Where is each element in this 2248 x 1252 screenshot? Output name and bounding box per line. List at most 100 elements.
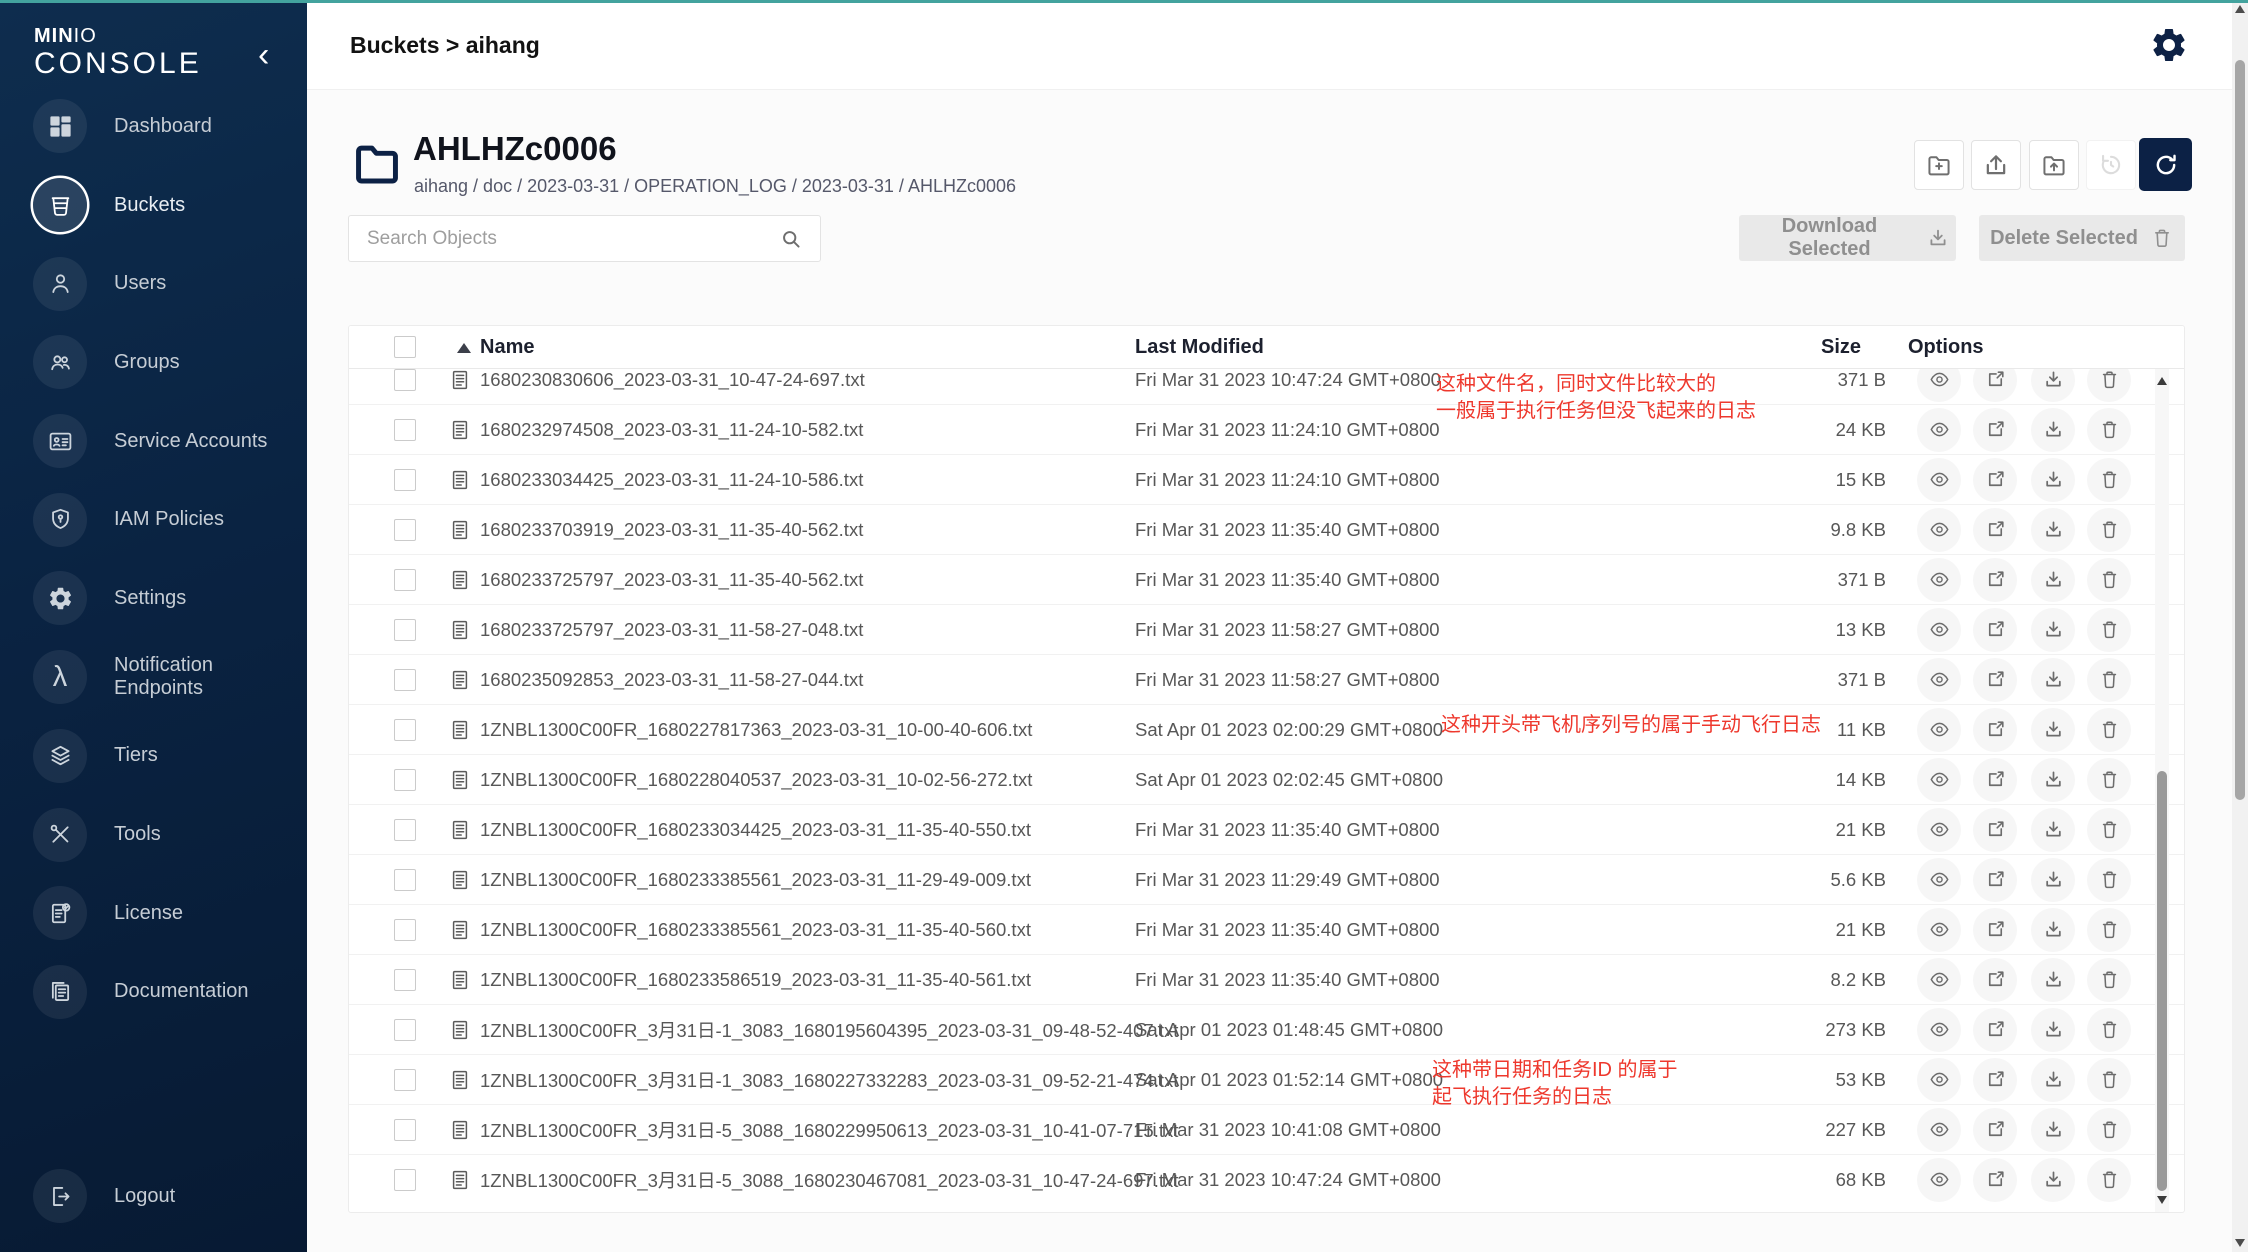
delete-button[interactable] bbox=[2087, 658, 2131, 702]
delete-button[interactable] bbox=[2087, 758, 2131, 802]
preview-button[interactable] bbox=[1917, 608, 1961, 652]
table-scroll-up-icon[interactable] bbox=[2157, 377, 2167, 385]
download-button[interactable] bbox=[2031, 808, 2075, 852]
preview-button[interactable] bbox=[1917, 558, 1961, 602]
delete-button[interactable] bbox=[2087, 958, 2131, 1002]
preview-button[interactable] bbox=[1917, 1058, 1961, 1102]
share-button[interactable] bbox=[1973, 858, 2017, 902]
share-button[interactable] bbox=[1973, 1058, 2017, 1102]
share-button[interactable] bbox=[1973, 508, 2017, 552]
window-scroll-up-icon[interactable] bbox=[2235, 5, 2245, 13]
preview-button[interactable] bbox=[1917, 658, 1961, 702]
download-button[interactable] bbox=[2031, 1008, 2075, 1052]
download-button[interactable] bbox=[2031, 708, 2075, 752]
preview-button[interactable] bbox=[1917, 858, 1961, 902]
preview-button[interactable] bbox=[1917, 508, 1961, 552]
row-checkbox[interactable] bbox=[394, 419, 416, 441]
delete-button[interactable] bbox=[2087, 508, 2131, 552]
delete-button[interactable] bbox=[2087, 908, 2131, 952]
create-path-button[interactable] bbox=[1914, 140, 1964, 190]
row-checkbox[interactable] bbox=[394, 569, 416, 591]
table-row[interactable]: 1680230830606_2023-03-31_10-47-24-697.tx… bbox=[349, 369, 2184, 405]
row-checkbox[interactable] bbox=[394, 919, 416, 941]
preview-button[interactable] bbox=[1917, 1108, 1961, 1152]
sidebar-item-tiers[interactable]: Tiers bbox=[0, 717, 307, 796]
download-button[interactable] bbox=[2031, 908, 2075, 952]
download-selected-button[interactable]: Download Selected bbox=[1739, 215, 1956, 261]
sidebar-item-users[interactable]: Users bbox=[0, 244, 307, 323]
window-scroll-down-icon[interactable] bbox=[2235, 1239, 2245, 1247]
select-all-checkbox[interactable] bbox=[394, 336, 416, 358]
column-header-size[interactable]: Size bbox=[1821, 326, 1861, 369]
download-button[interactable] bbox=[2031, 508, 2075, 552]
download-button[interactable] bbox=[2031, 408, 2075, 452]
refresh-button[interactable] bbox=[2139, 138, 2192, 191]
delete-button[interactable] bbox=[2087, 369, 2131, 402]
table-row[interactable]: 1ZNBL1300C00FR_3月31日-1_3083_168022733228… bbox=[349, 1055, 2184, 1105]
preview-button[interactable] bbox=[1917, 369, 1961, 402]
window-scrollbar[interactable] bbox=[2232, 0, 2248, 1252]
download-button[interactable] bbox=[2031, 1158, 2075, 1202]
download-button[interactable] bbox=[2031, 758, 2075, 802]
window-scrollbar-thumb[interactable] bbox=[2235, 60, 2245, 800]
table-row[interactable]: 1680233034425_2023-03-31_11-24-10-586.tx… bbox=[349, 455, 2184, 505]
table-row[interactable]: 1680233725797_2023-03-31_11-58-27-048.tx… bbox=[349, 605, 2184, 655]
download-button[interactable] bbox=[2031, 369, 2075, 402]
row-checkbox[interactable] bbox=[394, 969, 416, 991]
table-row[interactable]: 1680232974508_2023-03-31_11-24-10-582.tx… bbox=[349, 405, 2184, 455]
delete-button[interactable] bbox=[2087, 558, 2131, 602]
share-button[interactable] bbox=[1973, 369, 2017, 402]
table-scrollbar[interactable] bbox=[2155, 369, 2169, 1212]
share-button[interactable] bbox=[1973, 408, 2017, 452]
share-button[interactable] bbox=[1973, 1108, 2017, 1152]
sidebar-item-documentation[interactable]: Documentation bbox=[0, 953, 307, 1032]
table-row[interactable]: 1ZNBL1300C00FR_3月31日-5_3088_168023046708… bbox=[349, 1155, 2184, 1204]
row-checkbox[interactable] bbox=[394, 469, 416, 491]
table-scrollbar-thumb[interactable] bbox=[2157, 771, 2167, 1191]
share-button[interactable] bbox=[1973, 558, 2017, 602]
sidebar-item-notification-endpoints[interactable]: λNotification Endpoints bbox=[0, 638, 307, 717]
table-row[interactable]: 1ZNBL1300C00FR_3月31日-1_3083_168019560439… bbox=[349, 1005, 2184, 1055]
delete-button[interactable] bbox=[2087, 708, 2131, 752]
sidebar-collapse-icon[interactable]: ‹ bbox=[258, 38, 269, 72]
share-button[interactable] bbox=[1973, 758, 2017, 802]
share-button[interactable] bbox=[1973, 808, 2017, 852]
download-button[interactable] bbox=[2031, 958, 2075, 1002]
download-button[interactable] bbox=[2031, 458, 2075, 502]
table-row[interactable]: 1ZNBL1300C00FR_1680233385561_2023-03-31_… bbox=[349, 905, 2184, 955]
table-row[interactable]: 1ZNBL1300C00FR_1680233385561_2023-03-31_… bbox=[349, 855, 2184, 905]
download-button[interactable] bbox=[2031, 658, 2075, 702]
delete-button[interactable] bbox=[2087, 608, 2131, 652]
preview-button[interactable] bbox=[1917, 758, 1961, 802]
sidebar-item-service-accounts[interactable]: Service Accounts bbox=[0, 402, 307, 481]
preview-button[interactable] bbox=[1917, 908, 1961, 952]
delete-selected-button[interactable]: Delete Selected bbox=[1979, 215, 2185, 261]
share-button[interactable] bbox=[1973, 658, 2017, 702]
row-checkbox[interactable] bbox=[394, 769, 416, 791]
row-checkbox[interactable] bbox=[394, 669, 416, 691]
delete-button[interactable] bbox=[2087, 858, 2131, 902]
preview-button[interactable] bbox=[1917, 958, 1961, 1002]
delete-button[interactable] bbox=[2087, 1108, 2131, 1152]
download-button[interactable] bbox=[2031, 1058, 2075, 1102]
row-checkbox[interactable] bbox=[394, 1119, 416, 1141]
row-checkbox[interactable] bbox=[394, 869, 416, 891]
row-checkbox[interactable] bbox=[394, 1169, 416, 1191]
upload-folder-button[interactable] bbox=[2029, 140, 2079, 190]
share-button[interactable] bbox=[1973, 708, 2017, 752]
sidebar-item-tools[interactable]: Tools bbox=[0, 795, 307, 874]
row-checkbox[interactable] bbox=[394, 1019, 416, 1041]
preview-button[interactable] bbox=[1917, 1158, 1961, 1202]
sidebar-item-buckets[interactable]: Buckets bbox=[0, 166, 307, 245]
delete-button[interactable] bbox=[2087, 408, 2131, 452]
preview-button[interactable] bbox=[1917, 708, 1961, 752]
table-row[interactable]: 1680233703919_2023-03-31_11-35-40-562.tx… bbox=[349, 505, 2184, 555]
table-row[interactable]: 1ZNBL1300C00FR_3月31日-5_3088_168022995061… bbox=[349, 1105, 2184, 1155]
download-button[interactable] bbox=[2031, 858, 2075, 902]
table-row[interactable]: 1680233725797_2023-03-31_11-35-40-562.tx… bbox=[349, 555, 2184, 605]
sort-asc-icon[interactable] bbox=[457, 326, 471, 369]
download-button[interactable] bbox=[2031, 608, 2075, 652]
share-button[interactable] bbox=[1973, 458, 2017, 502]
sidebar-item-groups[interactable]: Groups bbox=[0, 323, 307, 402]
sidebar-item-settings[interactable]: Settings bbox=[0, 559, 307, 638]
